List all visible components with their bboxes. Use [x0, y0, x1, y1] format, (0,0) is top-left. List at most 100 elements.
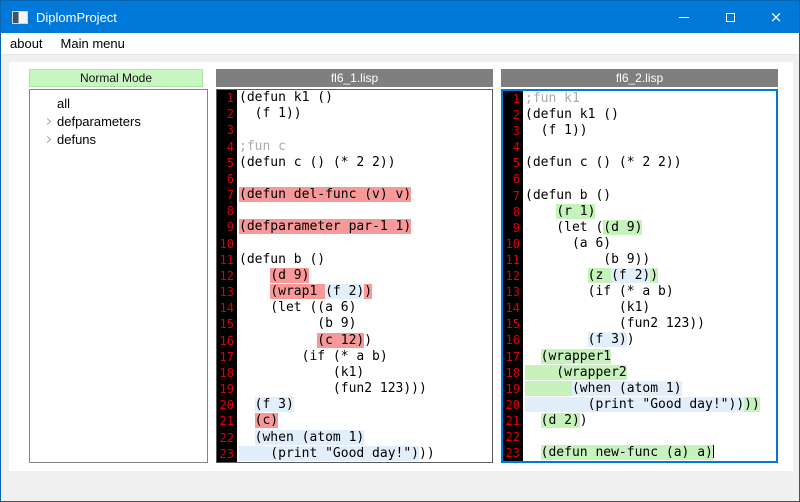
code-line[interactable]: 3: [217, 122, 492, 138]
code-line[interactable]: 1(defun k1 (): [217, 90, 492, 106]
code-line[interactable]: 14 (let ((a 6): [217, 300, 492, 316]
close-button[interactable]: ×: [753, 1, 799, 33]
code-line[interactable]: 4: [503, 139, 776, 155]
line-number: 3: [217, 122, 237, 138]
code-text: (fun2 123)): [523, 316, 776, 332]
code-editor[interactable]: 1(defun k1 ()2 (f 1))34;fun c5(defun c (…: [217, 90, 492, 462]
code-text: (when (atom 1): [523, 381, 776, 397]
line-number: 11: [217, 252, 237, 268]
code-text: (wrapper2: [523, 365, 776, 381]
code-line[interactable]: 8 (r 1): [503, 204, 776, 220]
code-line[interactable]: 16 (c 12)): [217, 333, 492, 349]
code-text: (z (f 2)): [523, 268, 776, 284]
code-line[interactable]: 2(defun k1 (): [503, 107, 776, 123]
code-line[interactable]: 6: [217, 171, 492, 187]
line-number: 3: [503, 123, 523, 139]
code-line[interactable]: 2 (f 1)): [217, 106, 492, 122]
line-number: 4: [503, 139, 523, 155]
code-line[interactable]: 1;fun k1: [503, 91, 776, 107]
code-text: (if (* a b): [237, 349, 492, 365]
code-line[interactable]: 12 (z (f 2)): [503, 268, 776, 284]
app-icon: [12, 11, 28, 24]
code-text: (d 9): [237, 268, 492, 284]
code-line[interactable]: 23 (defun new-func (a) a): [503, 445, 776, 461]
code-text: (f 1)): [237, 106, 492, 122]
code-line[interactable]: 19 (fun2 123))): [217, 381, 492, 397]
code-panel-result[interactable]: 1;fun k12(defun k1 ()3 (f 1))45(defun c …: [501, 89, 778, 463]
code-line[interactable]: 11(defun b (): [217, 252, 492, 268]
code-line[interactable]: 15 (b 9): [217, 316, 492, 332]
code-line[interactable]: 22: [503, 429, 776, 445]
code-text: (k1): [237, 365, 492, 381]
line-number: 6: [503, 171, 523, 187]
code-line[interactable]: 12 (d 9): [217, 268, 492, 284]
code-line[interactable]: 21 (c): [217, 413, 492, 429]
code-line[interactable]: 13 (if (* a b): [503, 284, 776, 300]
line-number: 8: [217, 203, 237, 219]
line-number: 17: [503, 349, 523, 365]
maximize-button[interactable]: [707, 1, 753, 33]
code-line[interactable]: 17 (if (* a b): [217, 349, 492, 365]
code-text: (f 1)): [523, 123, 776, 139]
code-line[interactable]: 6: [503, 171, 776, 187]
code-line[interactable]: 10: [217, 236, 492, 252]
tree-item-defparameters[interactable]: defparameters: [30, 112, 207, 130]
code-line[interactable]: 9 (let ((d 9): [503, 220, 776, 236]
code-line[interactable]: 23 (print "Good day!"))): [217, 446, 492, 462]
code-line[interactable]: 3 (f 1)): [503, 123, 776, 139]
code-line[interactable]: 21 (d 2)): [503, 413, 776, 429]
code-line[interactable]: 18 (wrapper2: [503, 365, 776, 381]
right-panel-title: fl6_2.lisp: [501, 69, 778, 87]
code-line[interactable]: 16 (f 3)): [503, 332, 776, 348]
line-number: 5: [217, 155, 237, 171]
code-editor[interactable]: 1;fun k12(defun k1 ()3 (f 1))45(defun c …: [503, 91, 776, 461]
code-text: (f 3): [237, 397, 492, 413]
minimize-button[interactable]: [661, 1, 707, 33]
code-text: [523, 139, 776, 155]
line-number: 9: [503, 220, 523, 236]
chevron-right-icon[interactable]: [40, 119, 57, 124]
tree-item-all[interactable]: all: [30, 94, 207, 112]
code-line[interactable]: 19 (when (atom 1): [503, 381, 776, 397]
code-line[interactable]: 7(defun b (): [503, 188, 776, 204]
code-text: (wrap1 (f 2)): [237, 284, 492, 300]
code-line[interactable]: 7(defun del-func (v) v): [217, 187, 492, 203]
line-number: 7: [503, 188, 523, 204]
code-line[interactable]: 17 (wrapper1: [503, 349, 776, 365]
code-line[interactable]: 5(defun c () (* 2 2)): [217, 155, 492, 171]
code-line[interactable]: 10 (a 6): [503, 236, 776, 252]
code-text: (f 3)): [523, 332, 776, 348]
tree-item-defuns[interactable]: defuns: [30, 130, 207, 148]
code-panel-source[interactable]: 1(defun k1 ()2 (f 1))34;fun c5(defun c (…: [216, 89, 493, 463]
code-line[interactable]: 11 (b 9)): [503, 252, 776, 268]
code-text: (defun c () (* 2 2)): [523, 155, 776, 171]
code-text: (defun k1 (): [237, 90, 492, 106]
code-line[interactable]: 13 (wrap1 (f 2)): [217, 284, 492, 300]
title-bar: DiplomProject ×: [1, 1, 799, 33]
code-line[interactable]: 5(defun c () (* 2 2)): [503, 155, 776, 171]
file-tree[interactable]: alldefparametersdefuns: [29, 89, 208, 463]
code-line[interactable]: 22 (when (atom 1): [217, 430, 492, 446]
menu-item-about[interactable]: about: [1, 33, 52, 54]
line-number: 22: [503, 429, 523, 445]
window-title: DiplomProject: [36, 10, 661, 25]
code-line[interactable]: 20 (print "Good day!")))): [503, 397, 776, 413]
code-text: (defun b (): [237, 252, 492, 268]
code-text: (fun2 123))): [237, 381, 492, 397]
chevron-right-icon[interactable]: [40, 137, 57, 142]
line-number: 19: [217, 381, 237, 397]
code-text: (d 2)): [523, 413, 776, 429]
menu-item-main-menu[interactable]: Main menu: [52, 33, 134, 54]
code-line[interactable]: 8: [217, 203, 492, 219]
code-text: (c 12)): [237, 333, 492, 349]
code-line[interactable]: 18 (k1): [217, 365, 492, 381]
line-number: 21: [217, 413, 237, 429]
code-line[interactable]: 20 (f 3): [217, 397, 492, 413]
code-line[interactable]: 9(defparameter par-1 1): [217, 219, 492, 235]
line-number: 15: [503, 316, 523, 332]
code-line[interactable]: 14 (k1): [503, 300, 776, 316]
code-line[interactable]: 4;fun c: [217, 139, 492, 155]
minimize-icon: [679, 17, 689, 18]
code-line[interactable]: 15 (fun2 123)): [503, 316, 776, 332]
code-text: (defun c () (* 2 2)): [237, 155, 492, 171]
